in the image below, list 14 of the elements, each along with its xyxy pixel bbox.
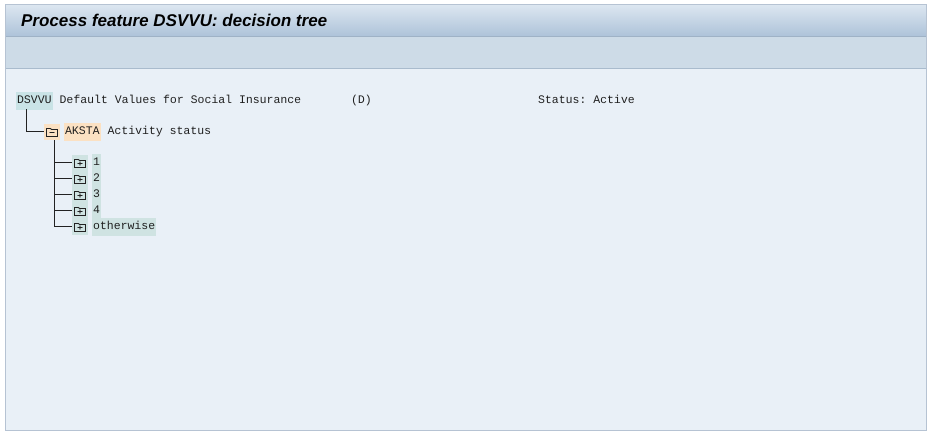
expand-folder-icon[interactable] xyxy=(72,219,88,235)
node-description: Activity status xyxy=(108,124,212,140)
expand-folder-icon[interactable] xyxy=(72,187,88,203)
node-key[interactable]: otherwise xyxy=(92,218,156,236)
window-title: Process feature DSVVU: decision tree xyxy=(21,10,328,32)
node-description: Default Values for Social Insurance xyxy=(60,93,302,110)
status-label: Status: Active xyxy=(538,93,635,110)
language-label: (D) xyxy=(351,93,372,110)
node-key[interactable]: AKSTA xyxy=(64,123,101,141)
collapse-folder-icon[interactable] xyxy=(44,124,60,140)
expand-folder-icon[interactable] xyxy=(72,203,88,219)
node-key[interactable]: DSVVU xyxy=(16,92,53,110)
expand-folder-icon[interactable] xyxy=(72,171,88,187)
expand-folder-icon[interactable] xyxy=(72,155,88,171)
